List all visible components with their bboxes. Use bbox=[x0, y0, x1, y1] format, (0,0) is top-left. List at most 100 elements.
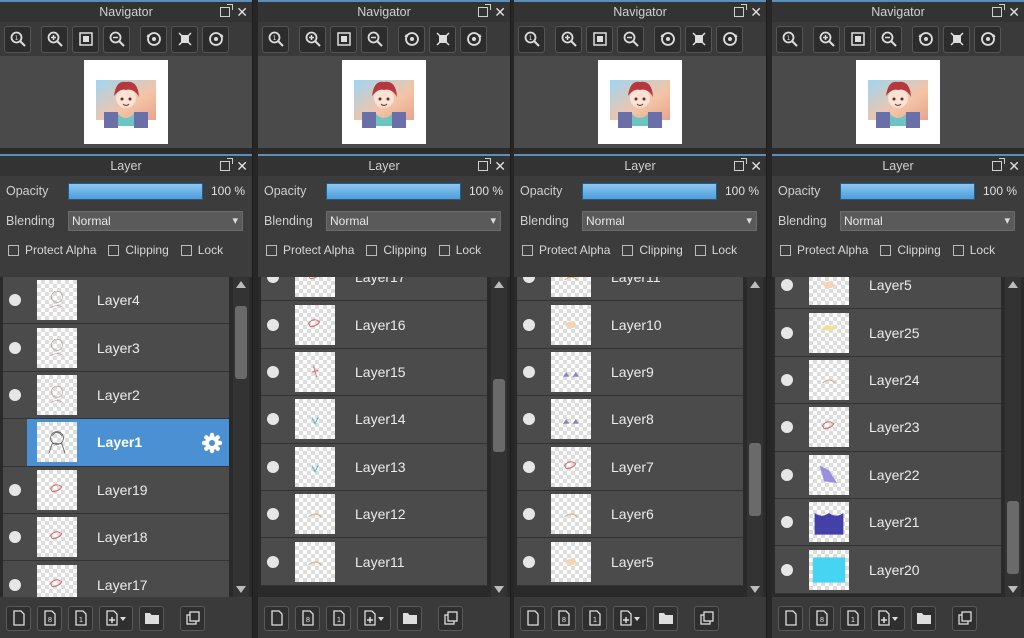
rotate-right-button[interactable] bbox=[974, 25, 1001, 53]
navigator-titlebar[interactable]: Navigator ✕ bbox=[258, 0, 510, 22]
scroll-up-icon[interactable] bbox=[494, 281, 504, 288]
scroll-down-icon[interactable] bbox=[1008, 586, 1018, 593]
layer-row[interactable]: Layer21 bbox=[775, 498, 1001, 547]
new-1bit-layer-button[interactable]: 1 bbox=[68, 605, 93, 631]
new-layer-button[interactable] bbox=[520, 605, 545, 631]
layer-row[interactable]: Layer12 bbox=[261, 490, 487, 539]
zoom-actual-button[interactable]: 1 bbox=[776, 25, 803, 53]
zoom-in-button[interactable] bbox=[813, 25, 840, 53]
blending-select[interactable]: Normal bbox=[840, 211, 1015, 231]
layer-row[interactable]: Layer17 bbox=[261, 277, 487, 302]
close-icon[interactable]: ✕ bbox=[750, 157, 762, 175]
navigator-preview[interactable] bbox=[514, 56, 766, 148]
visibility-toggle-icon[interactable] bbox=[9, 388, 21, 401]
new-8bit-layer-button[interactable]: 8 bbox=[37, 605, 62, 631]
navigator-preview[interactable] bbox=[0, 56, 252, 148]
layer-row[interactable]: Layer6 bbox=[517, 490, 743, 539]
layer-row[interactable]: Layer11 bbox=[261, 538, 487, 586]
zoom-actual-button[interactable]: 1 bbox=[262, 25, 289, 53]
visibility-toggle-icon[interactable] bbox=[781, 468, 793, 481]
zoom-actual-button[interactable]: 1 bbox=[4, 25, 31, 53]
navigator-titlebar[interactable]: Navigator ✕ bbox=[514, 0, 766, 22]
opacity-slider[interactable] bbox=[326, 182, 461, 200]
layer-titlebar[interactable]: Layer ✕ bbox=[258, 154, 510, 176]
layer-row[interactable]: Layer2 bbox=[3, 371, 229, 420]
navigator-preview[interactable] bbox=[258, 56, 510, 148]
layer-titlebar[interactable]: Layer ✕ bbox=[0, 154, 252, 176]
popout-icon[interactable] bbox=[220, 158, 234, 171]
clipping-checkbox[interactable] bbox=[880, 244, 892, 256]
clipping-checkbox[interactable] bbox=[366, 244, 378, 256]
visibility-toggle-icon[interactable] bbox=[9, 578, 21, 591]
new-layer-button[interactable] bbox=[6, 605, 31, 631]
visibility-toggle-icon[interactable] bbox=[9, 341, 21, 354]
rotate-left-button[interactable] bbox=[398, 25, 425, 53]
fit-screen-button[interactable] bbox=[72, 25, 99, 53]
reset-view-button[interactable] bbox=[171, 25, 198, 53]
add-layer-menu-button[interactable] bbox=[613, 605, 647, 631]
new-1bit-layer-button[interactable]: 1 bbox=[326, 605, 351, 631]
visibility-toggle-icon[interactable] bbox=[523, 277, 535, 284]
layer-row[interactable]: Layer14 bbox=[261, 396, 487, 444]
new-folder-button[interactable] bbox=[653, 605, 678, 631]
opacity-slider[interactable] bbox=[582, 182, 717, 200]
new-layer-button[interactable] bbox=[264, 605, 289, 631]
protect-alpha-checkbox[interactable] bbox=[8, 244, 19, 256]
layer-row[interactable]: Layer3 bbox=[3, 324, 229, 372]
layer-scrollbar[interactable] bbox=[1005, 277, 1021, 597]
close-icon[interactable]: ✕ bbox=[750, 3, 762, 21]
add-layer-menu-button[interactable] bbox=[871, 605, 905, 631]
layer-row[interactable]: Layer5 bbox=[775, 277, 1001, 310]
close-icon[interactable]: ✕ bbox=[236, 3, 248, 21]
fit-screen-button[interactable] bbox=[330, 25, 357, 53]
layer-row[interactable]: Layer5 bbox=[517, 538, 743, 586]
visibility-toggle-icon[interactable] bbox=[523, 318, 535, 331]
clipping-checkbox[interactable] bbox=[108, 244, 120, 256]
layer-scrollbar[interactable] bbox=[747, 277, 763, 597]
zoom-out-button[interactable] bbox=[617, 25, 644, 53]
layer-settings-gear-icon[interactable] bbox=[201, 432, 223, 454]
zoom-in-button[interactable] bbox=[555, 25, 582, 53]
layer-row[interactable]: Layer11 bbox=[517, 277, 743, 302]
close-icon[interactable]: ✕ bbox=[494, 3, 506, 21]
scroll-down-icon[interactable] bbox=[494, 586, 504, 593]
visibility-toggle-icon[interactable] bbox=[267, 555, 279, 568]
blending-select[interactable]: Normal bbox=[326, 211, 501, 231]
scroll-up-icon[interactable] bbox=[1008, 281, 1018, 288]
protect-alpha-checkbox[interactable] bbox=[266, 244, 277, 256]
scroll-thumb[interactable] bbox=[493, 378, 505, 452]
layer-titlebar[interactable]: Layer ✕ bbox=[514, 154, 766, 176]
rotate-left-button[interactable] bbox=[654, 25, 681, 53]
visibility-toggle-icon[interactable] bbox=[267, 277, 279, 284]
scroll-up-icon[interactable] bbox=[750, 281, 760, 288]
duplicate-layer-button[interactable] bbox=[438, 605, 463, 631]
layer-row[interactable]: Layer15 bbox=[261, 348, 487, 397]
add-layer-menu-button[interactable] bbox=[357, 605, 391, 631]
blending-select[interactable]: Normal bbox=[68, 211, 243, 231]
layer-row[interactable]: Layer16 bbox=[261, 301, 487, 349]
scroll-up-icon[interactable] bbox=[236, 281, 246, 288]
duplicate-layer-button[interactable] bbox=[694, 605, 719, 631]
visibility-toggle-icon[interactable] bbox=[9, 483, 21, 496]
navigator-titlebar[interactable]: Navigator ✕ bbox=[0, 0, 252, 22]
visibility-toggle-icon[interactable] bbox=[9, 294, 21, 307]
new-folder-button[interactable] bbox=[911, 605, 936, 631]
new-1bit-layer-button[interactable]: 1 bbox=[840, 605, 865, 631]
visibility-toggle-icon[interactable] bbox=[9, 531, 21, 544]
layer-row[interactable]: Layer4 bbox=[3, 277, 229, 325]
scroll-thumb[interactable] bbox=[749, 442, 761, 516]
zoom-out-button[interactable] bbox=[361, 25, 388, 53]
clipping-checkbox[interactable] bbox=[622, 244, 634, 256]
layer-row[interactable]: Layer20 bbox=[775, 546, 1001, 594]
visibility-toggle-icon[interactable] bbox=[267, 460, 279, 473]
navigator-preview[interactable] bbox=[772, 56, 1024, 148]
reset-view-button[interactable] bbox=[943, 25, 970, 53]
popout-icon[interactable] bbox=[478, 4, 492, 17]
close-icon[interactable]: ✕ bbox=[494, 157, 506, 175]
duplicate-layer-button[interactable] bbox=[180, 605, 205, 631]
new-8bit-layer-button[interactable]: 8 bbox=[809, 605, 834, 631]
layer-row[interactable]: Layer9 bbox=[517, 348, 743, 397]
close-icon[interactable]: ✕ bbox=[1008, 157, 1020, 175]
layer-row[interactable]: Layer8 bbox=[517, 396, 743, 444]
lock-checkbox[interactable] bbox=[438, 244, 450, 256]
